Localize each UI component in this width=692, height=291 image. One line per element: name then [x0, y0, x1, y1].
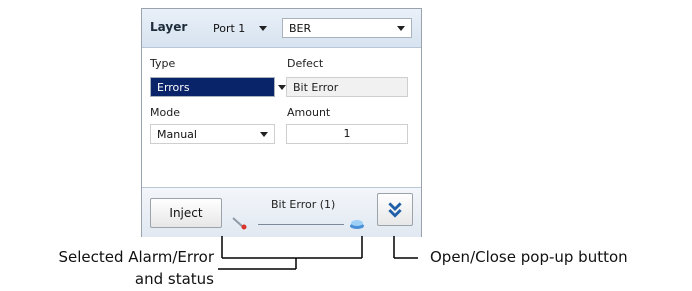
selected-alarm-callout-line1: Selected Alarm/Error [58, 248, 214, 266]
selected-alarm-callout-line2: and status [134, 270, 214, 288]
popup-button-callout: Open/Close pop-up button [430, 248, 628, 266]
